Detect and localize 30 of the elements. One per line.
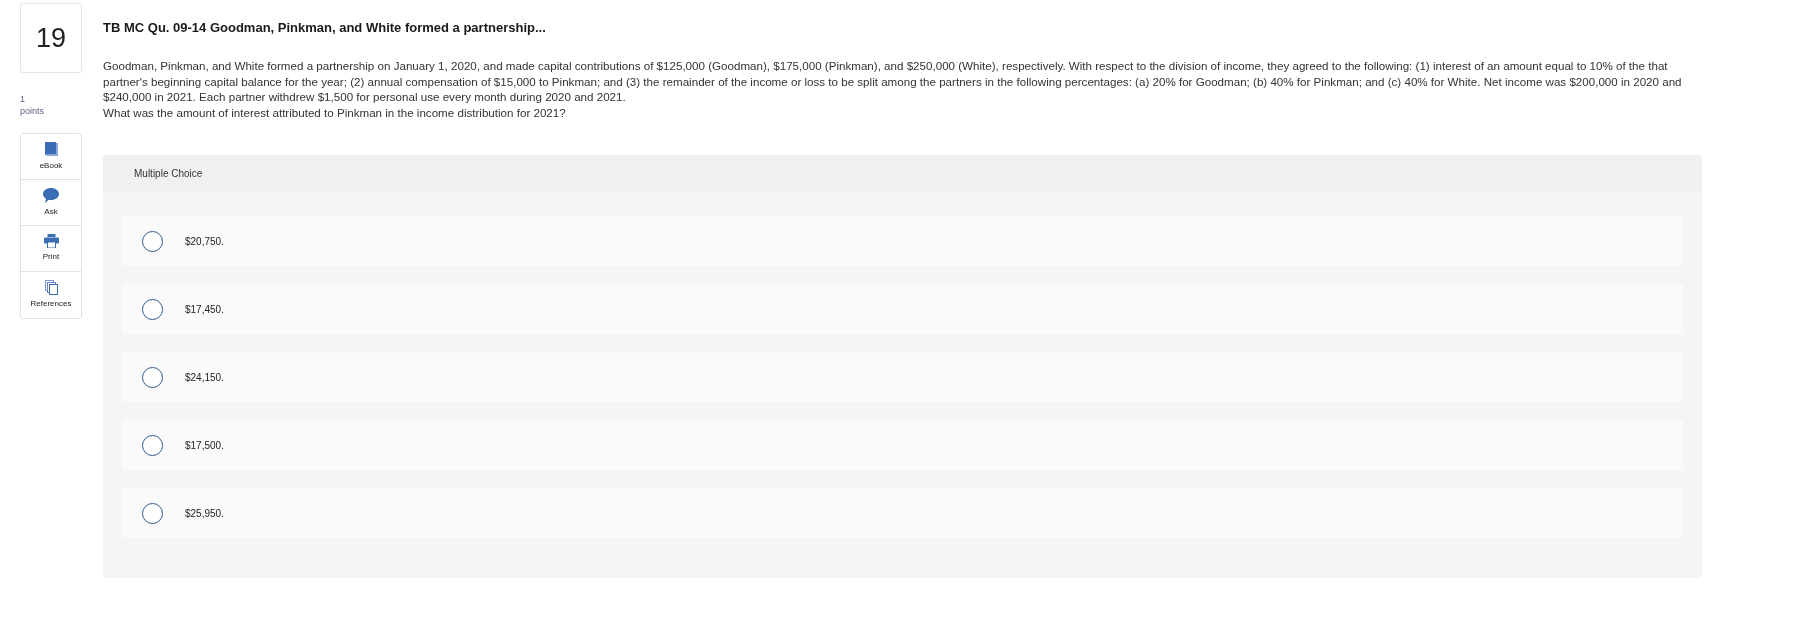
tool-button[interactable]: Print — [21, 226, 81, 272]
radio-button[interactable] — [142, 298, 163, 320]
question-number: 19 — [20, 3, 82, 73]
question-text: Goodman, Pinkman, and White formed a partnership on January 1, 2020, and made capital contributions of $125,000 (Goodman), $175,000 (Pinkman), and $250,000 (White), respectively. With respect to the division of income, they agreed to the following: (1) interest of an amount equal to 10% of the that partner's beginning capital balance for the year; (2) annual compensation of $15,000 to Pinkman; and (3) the remainder of the income or loss to be split among the partners in the following percentages: (a) 20% for Goodman; (b) 40% for Pinkman; and (c) 40% for White. Net income was $200,000 in 2020 and $240,000 in 2021. Each partner withdrew $1,500 for personal use every month during 2020 and 2021. — [103, 58, 1683, 105]
points-value: 1 — [20, 93, 26, 105]
printer-icon — [43, 234, 59, 248]
answer-text: $24,150. — [185, 370, 224, 385]
speech-bubble-icon — [43, 187, 59, 203]
radio-button[interactable] — [142, 434, 163, 456]
radio-button[interactable] — [142, 230, 163, 252]
question-title: TB MC Qu. 09-14 Goodman, Pinkman, and White formed a partnership... — [103, 19, 547, 37]
answer-option[interactable]: $17,500. — [122, 420, 1683, 470]
points-label: points — [20, 105, 46, 117]
answer-text: $25,950. — [185, 506, 224, 521]
question-prompt: What was the amount of interest attributed to Pinkman in the income distribution for 2021? — [103, 104, 567, 120]
book-icon — [44, 141, 58, 157]
answer-option[interactable]: $20,750. — [122, 216, 1683, 266]
answer-option[interactable]: $17,450. — [122, 284, 1683, 334]
answer-option[interactable]: $25,950. — [122, 488, 1683, 538]
answer-text: $17,500. — [185, 438, 224, 453]
documents-icon — [44, 280, 58, 295]
tool-button[interactable]: References — [21, 272, 81, 318]
radio-button[interactable] — [142, 502, 163, 524]
radio-button[interactable] — [142, 366, 163, 388]
panel-heading: Multiple Choice — [134, 167, 203, 181]
tool-button[interactable]: eBook — [21, 134, 81, 180]
answer-option[interactable]: $24,150. — [122, 352, 1683, 402]
answer-text: $17,450. — [185, 302, 224, 317]
answer-text: $20,750. — [185, 234, 224, 249]
tool-button[interactable]: Ask — [21, 180, 81, 226]
